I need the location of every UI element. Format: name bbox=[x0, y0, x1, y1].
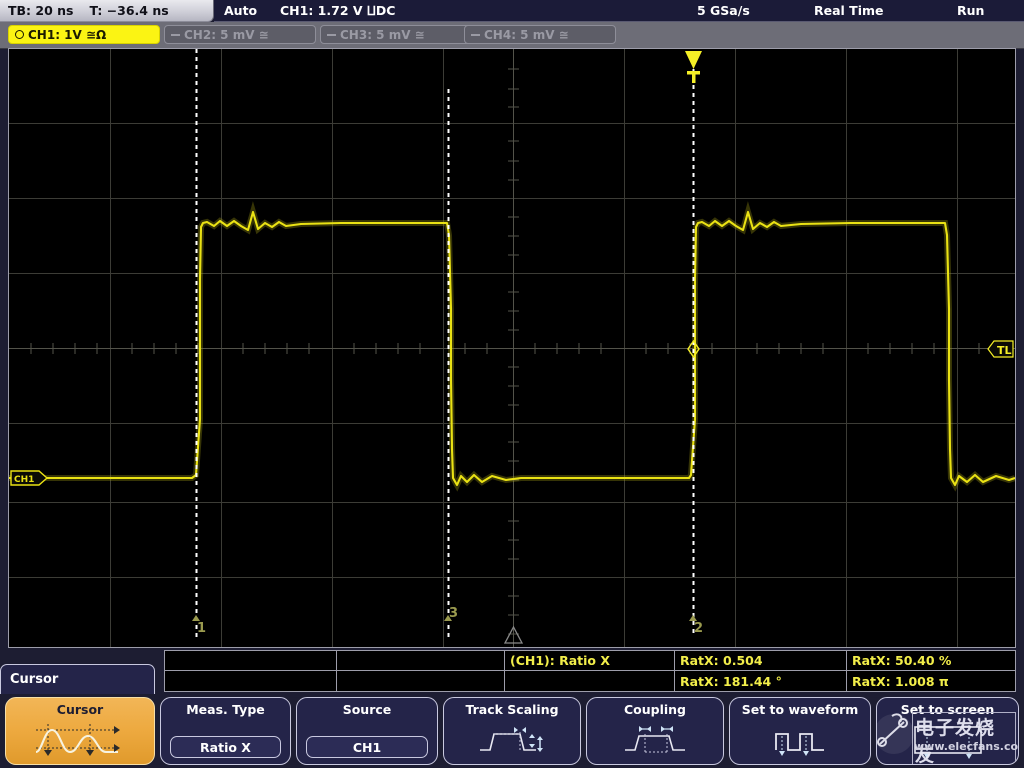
measurement-results-table[interactable]: (CH1): Ratio X RatX: 0.504 RatX: 50.40 %… bbox=[164, 650, 1016, 692]
cursor-label-1: 1 bbox=[197, 621, 206, 636]
timebase-value: TB: 20 ns bbox=[8, 3, 74, 18]
channel-button-ch4-label: CH4: 5 mV ≅ bbox=[484, 28, 569, 42]
meas-cell-blank-2a bbox=[165, 671, 337, 691]
meas-cell-blank-1a bbox=[165, 651, 337, 670]
trigger-mode[interactable]: Auto bbox=[224, 3, 257, 18]
svg-text:TL: TL bbox=[997, 344, 1012, 357]
softkey-coupling-label: Coupling bbox=[587, 702, 723, 717]
measurement-row-1: (CH1): Ratio X RatX: 0.504 RatX: 50.40 % bbox=[165, 651, 1015, 671]
menu-tab-cursor-label: Cursor bbox=[10, 672, 58, 687]
svg-text:CH1: CH1 bbox=[14, 475, 34, 485]
channel-button-row: CH1: 1V ≅Ω CH2: 5 mV ≅ CH3: 5 mV ≅ CH4: … bbox=[0, 22, 1024, 49]
waveform-display-area[interactable]: TL CH1 1 3 2 bbox=[8, 48, 1016, 648]
meas-value-ratio: RatX: 0.504 bbox=[675, 651, 847, 670]
horizontal-position-marker bbox=[505, 627, 522, 643]
softkey-cursor-label: Cursor bbox=[6, 702, 154, 717]
trigger-time-value: T: −36.4 ns bbox=[90, 3, 169, 18]
run-state[interactable]: Run bbox=[957, 3, 984, 18]
meas-source-label: (CH1): Ratio X bbox=[505, 651, 675, 670]
meas-cell-blank-2c bbox=[505, 671, 675, 691]
menu-tab-cursor[interactable]: Cursor bbox=[0, 664, 155, 694]
cursor-overlay[interactable]: TL CH1 bbox=[9, 49, 1015, 647]
meas-cell-blank-1b bbox=[337, 651, 505, 670]
cursor-label-2: 2 bbox=[694, 621, 703, 636]
meas-value-percent: RatX: 50.40 % bbox=[847, 651, 1015, 670]
softkey-source-value[interactable]: CH1 bbox=[306, 736, 428, 758]
timebase-panel[interactable]: TB: 20 ns T: −36.4 ns bbox=[0, 0, 214, 22]
set-screen-icon bbox=[877, 718, 1018, 762]
softkey-set-to-screen[interactable]: Set to screen bbox=[876, 697, 1019, 765]
softkey-set-to-waveform-label: Set to waveform bbox=[730, 702, 870, 717]
softkey-source-label: Source bbox=[297, 702, 437, 717]
set-waveform-icon bbox=[730, 718, 870, 762]
softkey-meas-type-label: Meas. Type bbox=[161, 702, 290, 717]
softkey-meas-type-value[interactable]: Ratio X bbox=[170, 736, 281, 758]
meas-value-pi: RatX: 1.008 π bbox=[847, 671, 1015, 691]
channel-offset-marker-ch1: CH1 bbox=[11, 471, 47, 485]
channel-button-ch2[interactable]: CH2: 5 mV ≅ bbox=[164, 25, 316, 44]
top-status-bar: TB: 20 ns T: −36.4 ns Auto CH1: 1.72 V ⨿… bbox=[0, 0, 1024, 22]
channel-inactive-dash-icon bbox=[171, 34, 180, 36]
trigger-level-marker: TL bbox=[988, 341, 1013, 357]
channel-button-ch4[interactable]: CH4: 5 mV ≅ bbox=[464, 25, 616, 44]
trigger-status-panel: Auto CH1: 1.72 V ⨿DC 5 GSa/s Real Time R… bbox=[214, 0, 1024, 22]
channel-button-ch3-label: CH3: 5 mV ≅ bbox=[340, 28, 425, 42]
oscilloscope-screen: TB: 20 ns T: −36.4 ns Auto CH1: 1.72 V ⨿… bbox=[0, 0, 1024, 768]
channel-button-ch1-label: CH1: 1V ≅Ω bbox=[28, 28, 106, 42]
channel-button-ch2-label: CH2: 5 mV ≅ bbox=[184, 28, 269, 42]
meas-cell-blank-2b bbox=[337, 671, 505, 691]
softkey-coupling[interactable]: Coupling bbox=[586, 697, 724, 765]
softkey-track-scaling-label: Track Scaling bbox=[444, 702, 580, 717]
track-scaling-icon bbox=[444, 718, 580, 762]
sample-rate: 5 GSa/s bbox=[697, 3, 750, 18]
channel-button-ch3[interactable]: CH3: 5 mV ≅ bbox=[320, 25, 472, 44]
measurement-row-2: RatX: 181.44 ° RatX: 1.008 π bbox=[165, 671, 1015, 691]
softkey-menu-bar: Cursor bbox=[0, 694, 1024, 768]
acquisition-mode: Real Time bbox=[814, 3, 884, 18]
meas-value-degrees: RatX: 181.44 ° bbox=[675, 671, 847, 691]
channel-inactive-dash-icon bbox=[471, 34, 480, 36]
channel-inactive-dash-icon bbox=[327, 34, 336, 36]
softkey-set-to-screen-label: Set to screen bbox=[877, 702, 1018, 717]
cursor-label-3: 3 bbox=[449, 606, 458, 621]
trigger-position-marker bbox=[685, 51, 702, 83]
coupling-icon bbox=[587, 718, 723, 762]
trigger-source-setting[interactable]: CH1: 1.72 V ⨿DC bbox=[280, 3, 395, 19]
cursor-wave-icon bbox=[6, 718, 154, 762]
softkey-meas-type[interactable]: Meas. Type Ratio X bbox=[160, 697, 291, 765]
channel-active-circle-icon bbox=[15, 30, 24, 39]
softkey-track-scaling[interactable]: Track Scaling bbox=[443, 697, 581, 765]
softkey-source[interactable]: Source CH1 bbox=[296, 697, 438, 765]
channel-button-ch1[interactable]: CH1: 1V ≅Ω bbox=[8, 25, 160, 44]
softkey-cursor[interactable]: Cursor bbox=[5, 697, 155, 765]
softkey-set-to-waveform[interactable]: Set to waveform bbox=[729, 697, 871, 765]
